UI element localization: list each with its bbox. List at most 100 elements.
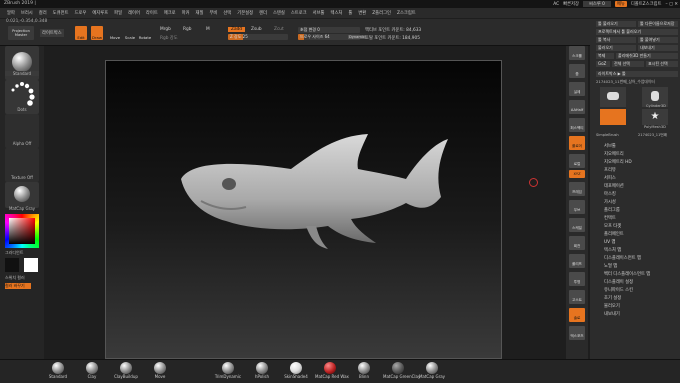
menu-item[interactable]: 레이어 xyxy=(125,10,143,16)
xpose-button[interactable]: 엑스포즈 xyxy=(569,326,585,340)
export-menu[interactable]: 내보내기 xyxy=(604,311,620,317)
menu-item[interactable]: 알파 xyxy=(4,10,18,16)
rotate-button[interactable]: Rotate xyxy=(139,26,151,40)
ac-label[interactable]: AC xyxy=(553,2,559,7)
surface-menu[interactable]: 서피스 xyxy=(604,175,616,181)
unified-skin-menu[interactable]: 유니파이드 스킨 xyxy=(604,287,633,293)
menu-item[interactable]: 기본설정 xyxy=(234,10,256,16)
lightbox-button[interactable]: 라이트박스 xyxy=(40,29,64,37)
color-picker[interactable] xyxy=(5,214,39,248)
brush-clay[interactable]: Clay xyxy=(77,362,107,382)
primary-color-swatch[interactable] xyxy=(24,258,38,272)
zoom-button[interactable]: 줌 xyxy=(569,64,585,78)
deformation-menu[interactable]: 데포메이션 xyxy=(604,183,624,189)
edit-button[interactable]: Edit xyxy=(75,26,87,40)
vector-displacement-menu[interactable]: 벡터 디스플레이스먼트 맵 xyxy=(604,271,650,277)
material-skinshade4[interactable]: SkinShade4 xyxy=(281,362,311,382)
focal-shift-slider[interactable]: 초점 변경 0 xyxy=(298,27,360,33)
floor-button[interactable]: 플로어 xyxy=(569,136,585,150)
menu-item[interactable]: 브러시 xyxy=(18,10,36,16)
menu-item[interactable]: Z스크립트 xyxy=(394,10,419,16)
scroll-button[interactable]: 스크롤 xyxy=(569,46,585,60)
initialize-menu[interactable]: 초기 설정 xyxy=(604,295,621,301)
xyz-button[interactable]: XYZ xyxy=(569,170,585,178)
polypaint-menu[interactable]: 폴리페인트 xyxy=(604,231,624,237)
menu-item[interactable]: 렌더 xyxy=(256,10,270,16)
load-from-project-button[interactable]: 프로젝트에서 툴 불러오기 xyxy=(596,29,678,35)
export-button[interactable]: 내보내기 xyxy=(638,45,678,51)
move-button[interactable]: Move xyxy=(109,26,121,40)
zsub-button[interactable]: Zsub xyxy=(251,27,262,32)
brush-hpolish[interactable]: hPolish xyxy=(247,362,277,382)
normal-map-menu[interactable]: 노멀 맵 xyxy=(604,263,617,269)
brush-claybuildup[interactable]: ClayBuildup xyxy=(111,362,141,382)
material-red-wax[interactable]: MatCap Red Wax xyxy=(315,362,349,382)
load-tool-button[interactable]: 툴 불러오기 xyxy=(596,21,636,27)
rgb-intensity-slider[interactable]: Rgb 강도 xyxy=(160,35,178,41)
zcut-button[interactable]: Zcut xyxy=(274,27,284,32)
geometry-menu[interactable]: 지오메트리 xyxy=(604,151,624,157)
window-controls[interactable]: – ▢ ✕ xyxy=(665,2,678,7)
menu-item[interactable]: 툴 xyxy=(345,10,355,16)
menu-item[interactable]: 매크로 xyxy=(161,10,179,16)
secondary-color-swatch[interactable] xyxy=(5,258,19,272)
see-through-slider[interactable]: 씨스루 0 xyxy=(582,1,611,7)
ghost-button[interactable]: 고스트 xyxy=(569,290,585,304)
brush-trimdynamic[interactable]: TrimDynamic xyxy=(213,362,243,382)
paste-tool-button[interactable]: 툴 붙여넣기 xyxy=(638,37,678,43)
menu-item[interactable]: 스트로크 xyxy=(288,10,310,16)
menu-item[interactable]: 마커 xyxy=(179,10,193,16)
canvas-viewport[interactable] xyxy=(105,60,538,359)
menu-item[interactable]: 파일 xyxy=(111,10,125,16)
polygroups-menu[interactable]: 폴리그룹 xyxy=(604,207,620,213)
masking-menu[interactable]: 마스킹 xyxy=(604,191,616,197)
menu-item[interactable]: 텍스처 xyxy=(328,10,346,16)
m-button[interactable]: M xyxy=(206,27,210,32)
draw-button[interactable]: Draw xyxy=(91,26,103,40)
morph-target-menu[interactable]: 모프 타겟 xyxy=(604,223,621,229)
local-button[interactable]: 로컬 xyxy=(569,154,585,168)
switch-color-button[interactable]: 스위치 컬러 xyxy=(5,275,39,281)
menu-item[interactable]: Z플러그인 xyxy=(369,10,394,16)
tool-slot-simplebrush[interactable] xyxy=(600,87,626,107)
alternate-button[interactable]: 컬러 바꾸기 xyxy=(5,283,31,289)
solo-button[interactable]: 솔로 xyxy=(569,308,585,322)
tool-slot-current[interactable] xyxy=(600,109,626,125)
mrgb-button[interactable]: Mrgb xyxy=(160,27,171,32)
default-script-button[interactable]: 디폴트Z스크립트 xyxy=(631,1,662,7)
contact-menu[interactable]: 컨택트 xyxy=(604,215,616,221)
projection-master-button[interactable]: Projection Master xyxy=(8,26,34,40)
actual-button[interactable]: 실제 xyxy=(569,82,585,96)
brush-standard[interactable]: Standard xyxy=(43,362,73,382)
subtool-menu[interactable]: 서브툴 xyxy=(604,143,616,149)
material-matcap-gray[interactable]: MatCap Gray xyxy=(417,362,447,382)
geometry-hd-menu[interactable]: 지오메트리 HD xyxy=(604,159,632,165)
display-properties-menu[interactable]: 디스플레이 설정 xyxy=(604,279,633,285)
menu-item[interactable]: 드로우 xyxy=(71,10,89,16)
lightbox-tools-button[interactable]: 라이트박스 ▶ 툴 xyxy=(596,71,678,77)
material-greenclay[interactable]: MatCap GreenClay xyxy=(383,362,420,382)
texture-map-menu[interactable]: 텍스처 맵 xyxy=(604,247,621,253)
frame-button[interactable]: 프레임 xyxy=(569,182,585,196)
uv-map-menu[interactable]: UV 맵 xyxy=(604,239,615,245)
preview-menu[interactable]: 프리뷰 xyxy=(604,167,616,173)
import-menu[interactable]: 불러오기 xyxy=(604,303,620,309)
aahalf-button[interactable]: AAHalf xyxy=(569,100,585,114)
brush-move[interactable]: Move xyxy=(145,362,175,382)
menus-button[interactable]: 메뉴 xyxy=(614,1,627,7)
z-intensity-slider[interactable]: Z 강도 25 xyxy=(228,34,288,40)
transparent-button[interactable]: 투명 xyxy=(569,272,585,286)
copy-tool-button[interactable]: 툴 복사 xyxy=(596,37,636,43)
polyframe-button[interactable]: 폴리프 xyxy=(569,254,585,268)
menu-item[interactable]: 재질 xyxy=(193,10,207,16)
menu-item[interactable]: 라이트 xyxy=(143,10,161,16)
menu-item[interactable]: 스텐실 xyxy=(270,10,288,16)
zadd-button[interactable]: Zadd xyxy=(228,27,246,32)
menu-item[interactable]: 서브툴 xyxy=(310,10,328,16)
menu-item[interactable]: 변환 xyxy=(355,10,369,16)
perspective-button[interactable]: 퍼스펙티브 xyxy=(569,118,585,150)
shark-model[interactable] xyxy=(106,61,501,358)
material-blinn[interactable]: Blinn xyxy=(349,362,379,382)
rgb-button[interactable]: Rgb xyxy=(183,27,191,32)
menu-item[interactable]: 선택 xyxy=(220,10,234,16)
